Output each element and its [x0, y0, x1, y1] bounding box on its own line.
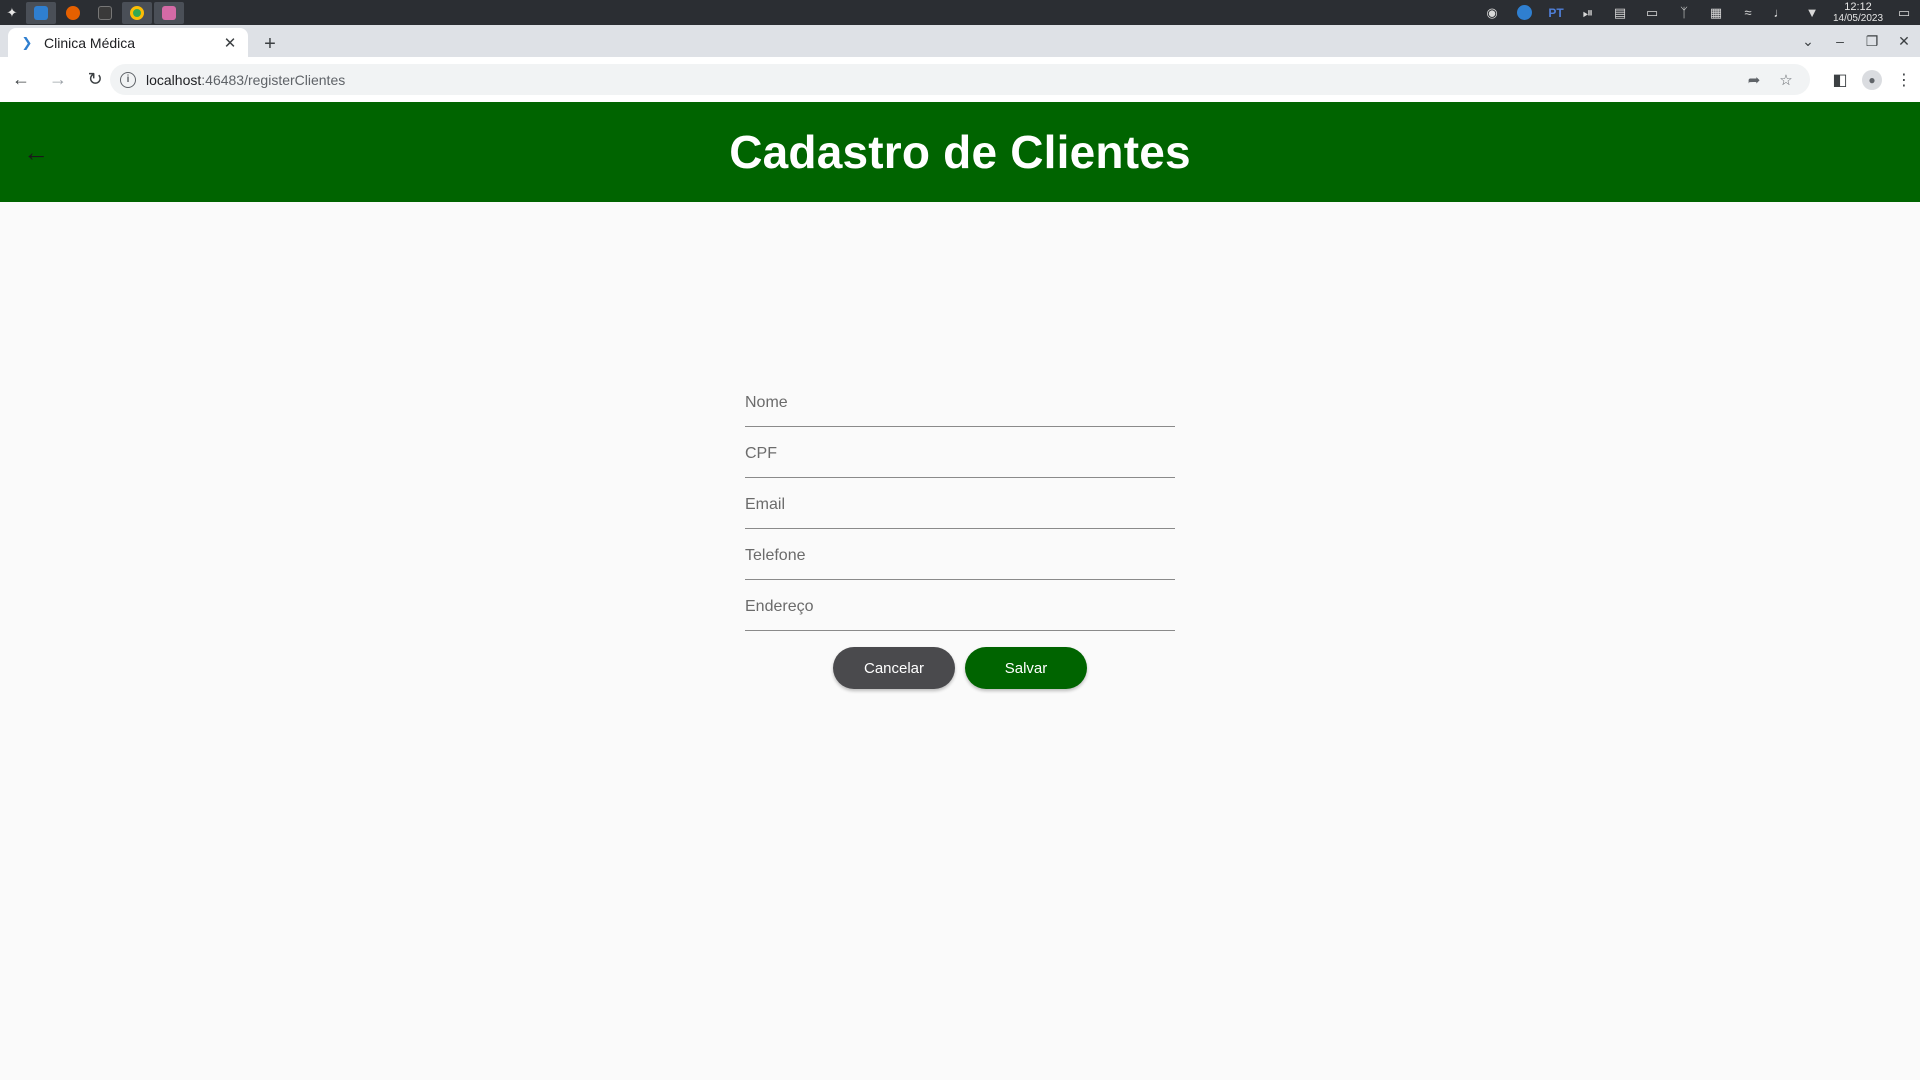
battery-icon[interactable]: ▭: [1636, 0, 1668, 25]
nome-field: [745, 376, 1175, 427]
telefone-input[interactable]: [745, 547, 1175, 565]
app-task-icon[interactable]: [154, 1, 184, 24]
flutter-icon: ❯: [21, 34, 33, 50]
telefone-field: [745, 529, 1175, 580]
browser-tab-strip: ❯ Clinica Médica ✕ + ⌄ – ❐ ✕: [0, 25, 1920, 57]
endereco-input[interactable]: [745, 598, 1175, 616]
tab-title: Clinica Médica: [44, 34, 136, 51]
side-panel-icon[interactable]: ◧: [1824, 57, 1856, 102]
endereco-field: [745, 580, 1175, 631]
close-window-icon[interactable]: ✕: [1888, 28, 1920, 54]
terminal-task-icon[interactable]: [90, 2, 120, 24]
cpf-field: [745, 427, 1175, 478]
new-tab-button[interactable]: +: [258, 32, 282, 56]
toolbar-actions: ◧ ● ⋮: [1824, 57, 1920, 102]
firefox-task-icon[interactable]: [58, 2, 88, 24]
address-url[interactable]: localhost:46483/registerClientes: [146, 72, 345, 88]
forward-icon[interactable]: →: [42, 64, 74, 96]
form-actions: Cancelar Salvar: [833, 647, 1087, 689]
vscode-task-icon[interactable]: [26, 1, 56, 24]
minimize-icon[interactable]: –: [1824, 28, 1856, 54]
show-desktop-icon[interactable]: ▭: [1888, 0, 1920, 25]
reload-icon[interactable]: ↻: [79, 64, 111, 96]
os-top-panel: ✦ ◉ PT ⏯ ▤ ▭ ᛉ ▦ ≈ ♩ ▼ 12:12 14/05/2023 …: [0, 0, 1920, 25]
clipboard-icon[interactable]: ▤: [1604, 0, 1636, 25]
kebab-menu-icon[interactable]: ⋮: [1888, 57, 1920, 102]
cancel-button[interactable]: Cancelar: [833, 647, 955, 689]
url-host: localhost: [146, 71, 202, 88]
wifi-icon[interactable]: ≈: [1732, 0, 1764, 25]
share-icon[interactable]: ➦: [1738, 64, 1770, 95]
tab-search-icon[interactable]: ⌄: [1792, 28, 1824, 54]
app-bar: ← Cadastro de Clientes: [0, 102, 1920, 202]
email-field: [745, 478, 1175, 529]
window-controls: ⌄ – ❐ ✕: [1792, 28, 1920, 54]
nome-input[interactable]: [745, 394, 1175, 412]
clock-date: 14/05/2023: [1832, 12, 1884, 24]
update-icon[interactable]: [1508, 0, 1540, 25]
cpf-input[interactable]: [745, 445, 1175, 463]
site-info-icon[interactable]: i: [120, 71, 136, 88]
discord-icon[interactable]: ◉: [1476, 0, 1508, 25]
page-title: Cadastro de Clientes: [729, 126, 1191, 178]
close-tab-icon[interactable]: ✕: [222, 35, 238, 52]
browser-toolbar: ← → ↻ i localhost:46483/registerClientes…: [0, 57, 1920, 102]
url-path: :46483/registerClientes: [201, 71, 346, 88]
save-button[interactable]: Salvar: [965, 647, 1087, 689]
back-icon[interactable]: ←: [5, 64, 37, 96]
system-clock[interactable]: 12:12 14/05/2023: [1828, 0, 1888, 25]
bluetooth-icon[interactable]: ᛉ: [1668, 0, 1700, 25]
email-input[interactable]: [745, 496, 1175, 514]
address-bar[interactable]: i localhost:46483/registerClientes ➦ ☆: [110, 64, 1810, 95]
clock-time: 12:12: [1844, 0, 1872, 13]
chrome-task-icon[interactable]: [122, 1, 152, 24]
keyboard-layout-indicator[interactable]: PT: [1540, 0, 1572, 25]
os-taskbar: ✦: [0, 0, 184, 25]
restore-icon[interactable]: ❐: [1856, 28, 1888, 54]
bookmark-star-icon[interactable]: ☆: [1770, 64, 1802, 95]
pause-icon[interactable]: ⏯: [1572, 0, 1604, 25]
client-form: [745, 376, 1175, 631]
system-tray: ◉ PT ⏯ ▤ ▭ ᛉ ▦ ≈ ♩ ▼ 12:12 14/05/2023 ▭: [1476, 0, 1920, 25]
tray-expand-icon[interactable]: ▼: [1796, 0, 1828, 25]
removable-drive-icon[interactable]: ▦: [1700, 0, 1732, 25]
desktop-launcher-icon[interactable]: ✦: [0, 0, 24, 25]
avatar: ●: [1862, 69, 1882, 90]
profile-icon[interactable]: ●: [1856, 57, 1888, 102]
volume-icon[interactable]: ♩: [1764, 0, 1796, 25]
back-arrow-icon[interactable]: ←: [12, 128, 60, 176]
browser-tab[interactable]: ❯ Clinica Médica ✕: [8, 28, 248, 57]
omnibox-actions: ➦ ☆: [1738, 64, 1802, 95]
